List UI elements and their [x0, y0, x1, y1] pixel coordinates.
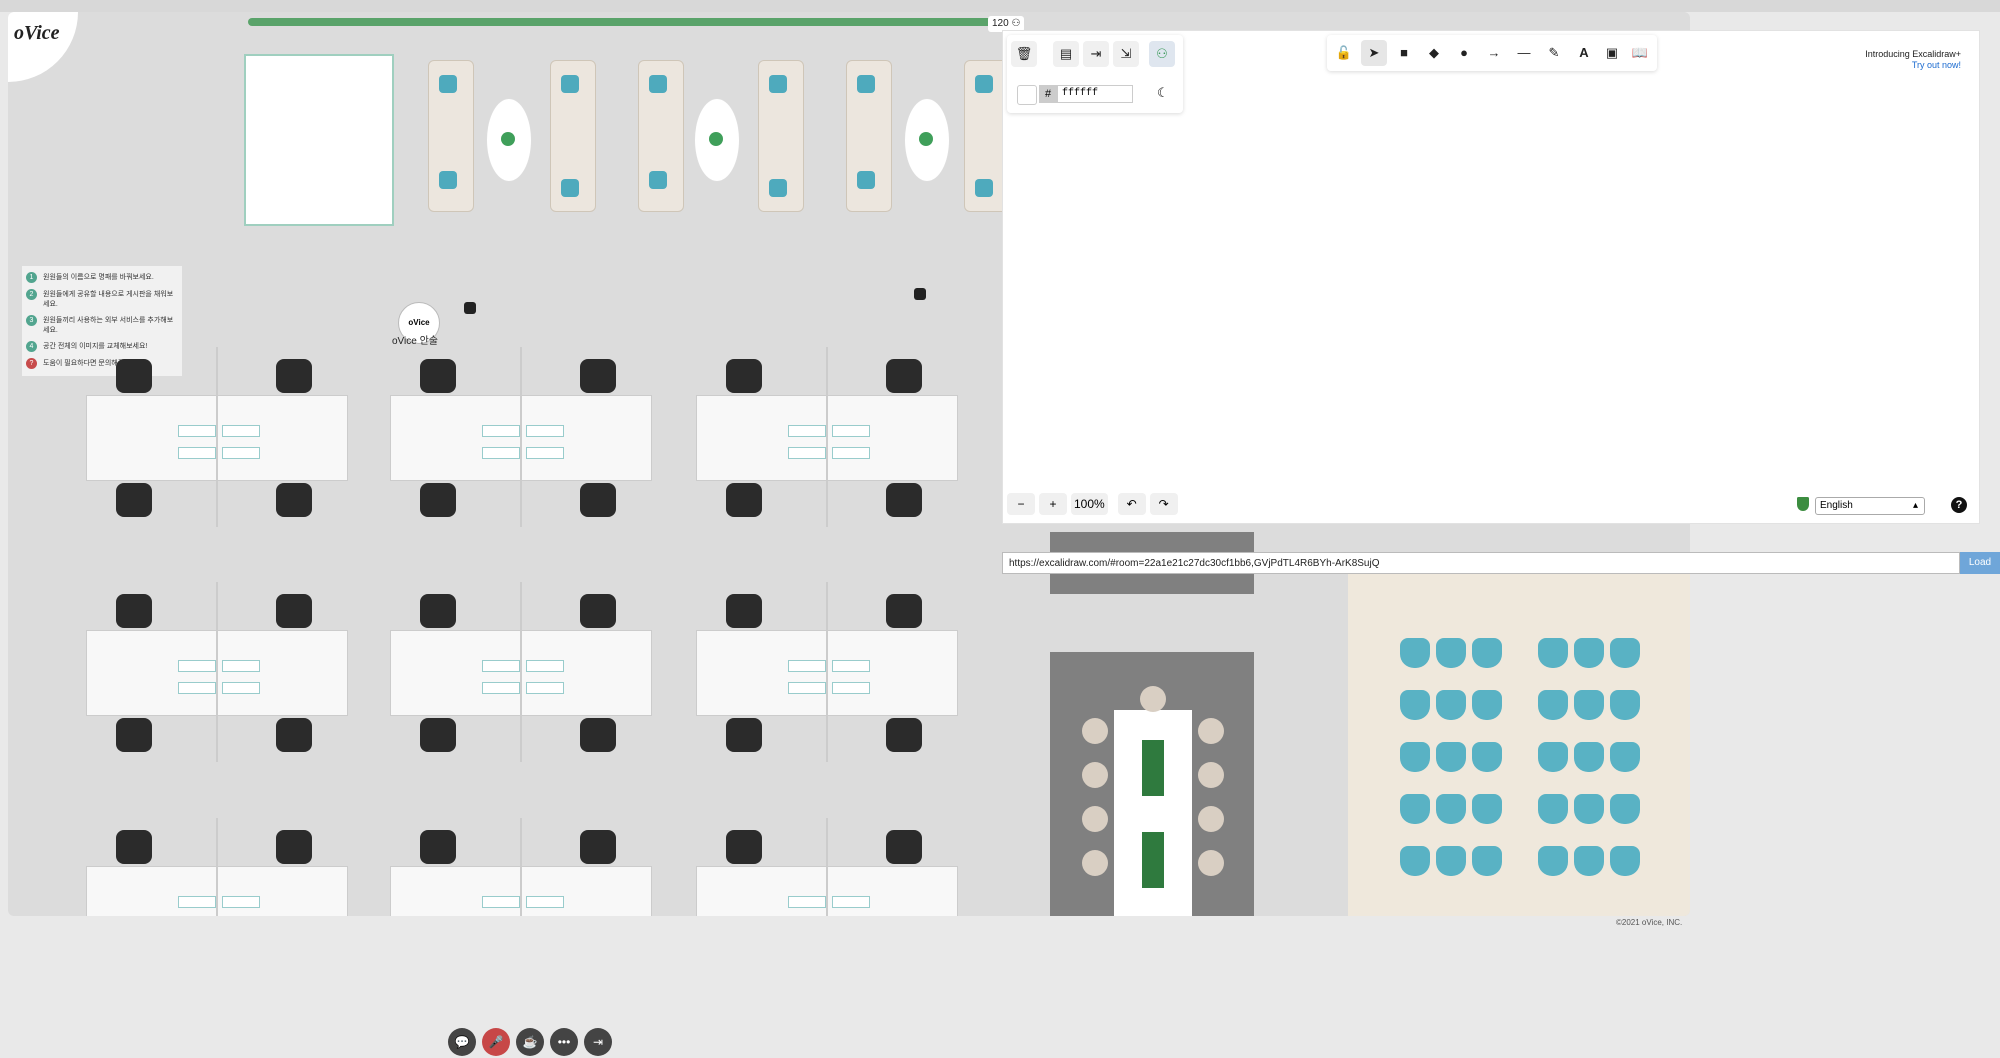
- bulletin-whiteboard[interactable]: [244, 54, 394, 226]
- image-icon[interactable]: ▣: [1599, 40, 1625, 66]
- sofa: [846, 60, 892, 212]
- chat-icon[interactable]: 💬: [448, 1028, 476, 1056]
- excalidraw-plus-promo[interactable]: Introducing Excalidraw+ Try out now!: [1865, 49, 1961, 71]
- ovice-logo: oVice: [8, 12, 78, 82]
- select-icon[interactable]: ➤: [1361, 40, 1387, 66]
- object-icon[interactable]: [914, 288, 926, 300]
- lock-icon[interactable]: 🔓: [1331, 40, 1357, 66]
- language-select[interactable]: English ▴: [1815, 497, 1925, 515]
- zoom-level[interactable]: 100%: [1071, 493, 1108, 515]
- seminar-area[interactable]: [1348, 572, 1690, 916]
- ovice-guide-label: oVice 안술: [392, 336, 439, 347]
- arrow-icon[interactable]: →: [1481, 40, 1507, 66]
- desk-cluster[interactable]: [696, 347, 958, 527]
- desk-cluster[interactable]: [86, 818, 348, 916]
- sofa: [550, 60, 596, 212]
- browser-top-strip: [0, 0, 2000, 12]
- desk-cluster[interactable]: [390, 582, 652, 762]
- excalidraw-side-panel: 🗑 ▤ ⇥ ⇲ ⚇ # ffffff ☾: [1007, 35, 1183, 113]
- desk-cluster[interactable]: [696, 818, 958, 916]
- help-icon[interactable]: ?: [1951, 497, 1967, 513]
- hash-label: #: [1039, 85, 1057, 103]
- meeting-room[interactable]: [1050, 652, 1254, 916]
- dark-mode-icon[interactable]: ☾: [1157, 85, 1169, 101]
- sofa: [758, 60, 804, 212]
- excalidraw-embed[interactable]: 🗑 ▤ ⇥ ⇲ ⚇ # ffffff ☾ 🔓 ➤ ■ ◆ ● → — ✎ A ▣…: [1002, 30, 1980, 524]
- copyright-text: ©2021 oVice, INC.: [1616, 918, 1683, 927]
- exit-icon[interactable]: ⇥: [584, 1028, 612, 1056]
- step-item: 1 원원들의 이름으로 명패를 바꿔보세요.: [26, 272, 178, 283]
- line-icon[interactable]: —: [1511, 40, 1537, 66]
- encryption-shield-icon: [1797, 497, 1809, 511]
- sofa: [428, 60, 474, 212]
- redo-icon[interactable]: ↷: [1149, 493, 1178, 515]
- rectangle-icon[interactable]: ■: [1391, 40, 1417, 66]
- excalidraw-toolbar: 🔓 ➤ ■ ◆ ● → — ✎ A ▣ 📖: [1327, 35, 1657, 71]
- step-item: 2 원원들에게 공유할 내용으로 게시판을 채워보세요.: [26, 289, 178, 309]
- zoom-in-button[interactable]: +: [1039, 493, 1067, 515]
- desk-cluster[interactable]: [696, 582, 958, 762]
- collab-icon[interactable]: ⚇: [1149, 41, 1175, 67]
- embed-url-input[interactable]: https://excalidraw.com/#room=22a1e21c27d…: [1002, 552, 1960, 574]
- desk-cluster[interactable]: [390, 347, 652, 527]
- object-icon[interactable]: [464, 302, 476, 314]
- mic-muted-icon[interactable]: 🎤: [482, 1028, 510, 1056]
- trash-icon[interactable]: 🗑: [1011, 41, 1037, 67]
- desk-cluster[interactable]: [390, 818, 652, 916]
- coffee-table: [486, 98, 532, 182]
- coffee-icon[interactable]: ☕: [516, 1028, 544, 1056]
- color-hex-input[interactable]: ffffff: [1057, 85, 1133, 103]
- zoom-controls: − + 100% ↶ ↷: [1007, 493, 1178, 519]
- export-image-icon[interactable]: ⇲: [1113, 41, 1139, 67]
- step-item: 3 원원들끼리 사용하는 외부 서비스를 추가해보세요.: [26, 315, 178, 335]
- export-icon[interactable]: ⇥: [1083, 41, 1109, 67]
- bottom-dock: 💬 🎤 ☕ ••• ⇥: [448, 1028, 612, 1056]
- undo-icon[interactable]: ↶: [1117, 493, 1146, 515]
- background-color-swatch[interactable]: [1017, 85, 1037, 105]
- more-icon[interactable]: •••: [550, 1028, 578, 1056]
- desk-cluster[interactable]: [86, 347, 348, 527]
- open-icon[interactable]: ▤: [1053, 41, 1079, 67]
- library-icon[interactable]: 📖: [1627, 40, 1653, 66]
- diamond-icon[interactable]: ◆: [1421, 40, 1447, 66]
- desk-cluster[interactable]: [86, 582, 348, 762]
- sofa: [638, 60, 684, 212]
- pencil-icon[interactable]: ✎: [1541, 40, 1567, 66]
- load-button[interactable]: Load: [1960, 552, 2000, 574]
- hedge-decoration: [248, 18, 1008, 26]
- coffee-table: [904, 98, 950, 182]
- ellipse-icon[interactable]: ●: [1451, 40, 1477, 66]
- coffee-table: [694, 98, 740, 182]
- zoom-out-button[interactable]: −: [1007, 493, 1035, 515]
- text-icon[interactable]: A: [1571, 40, 1597, 66]
